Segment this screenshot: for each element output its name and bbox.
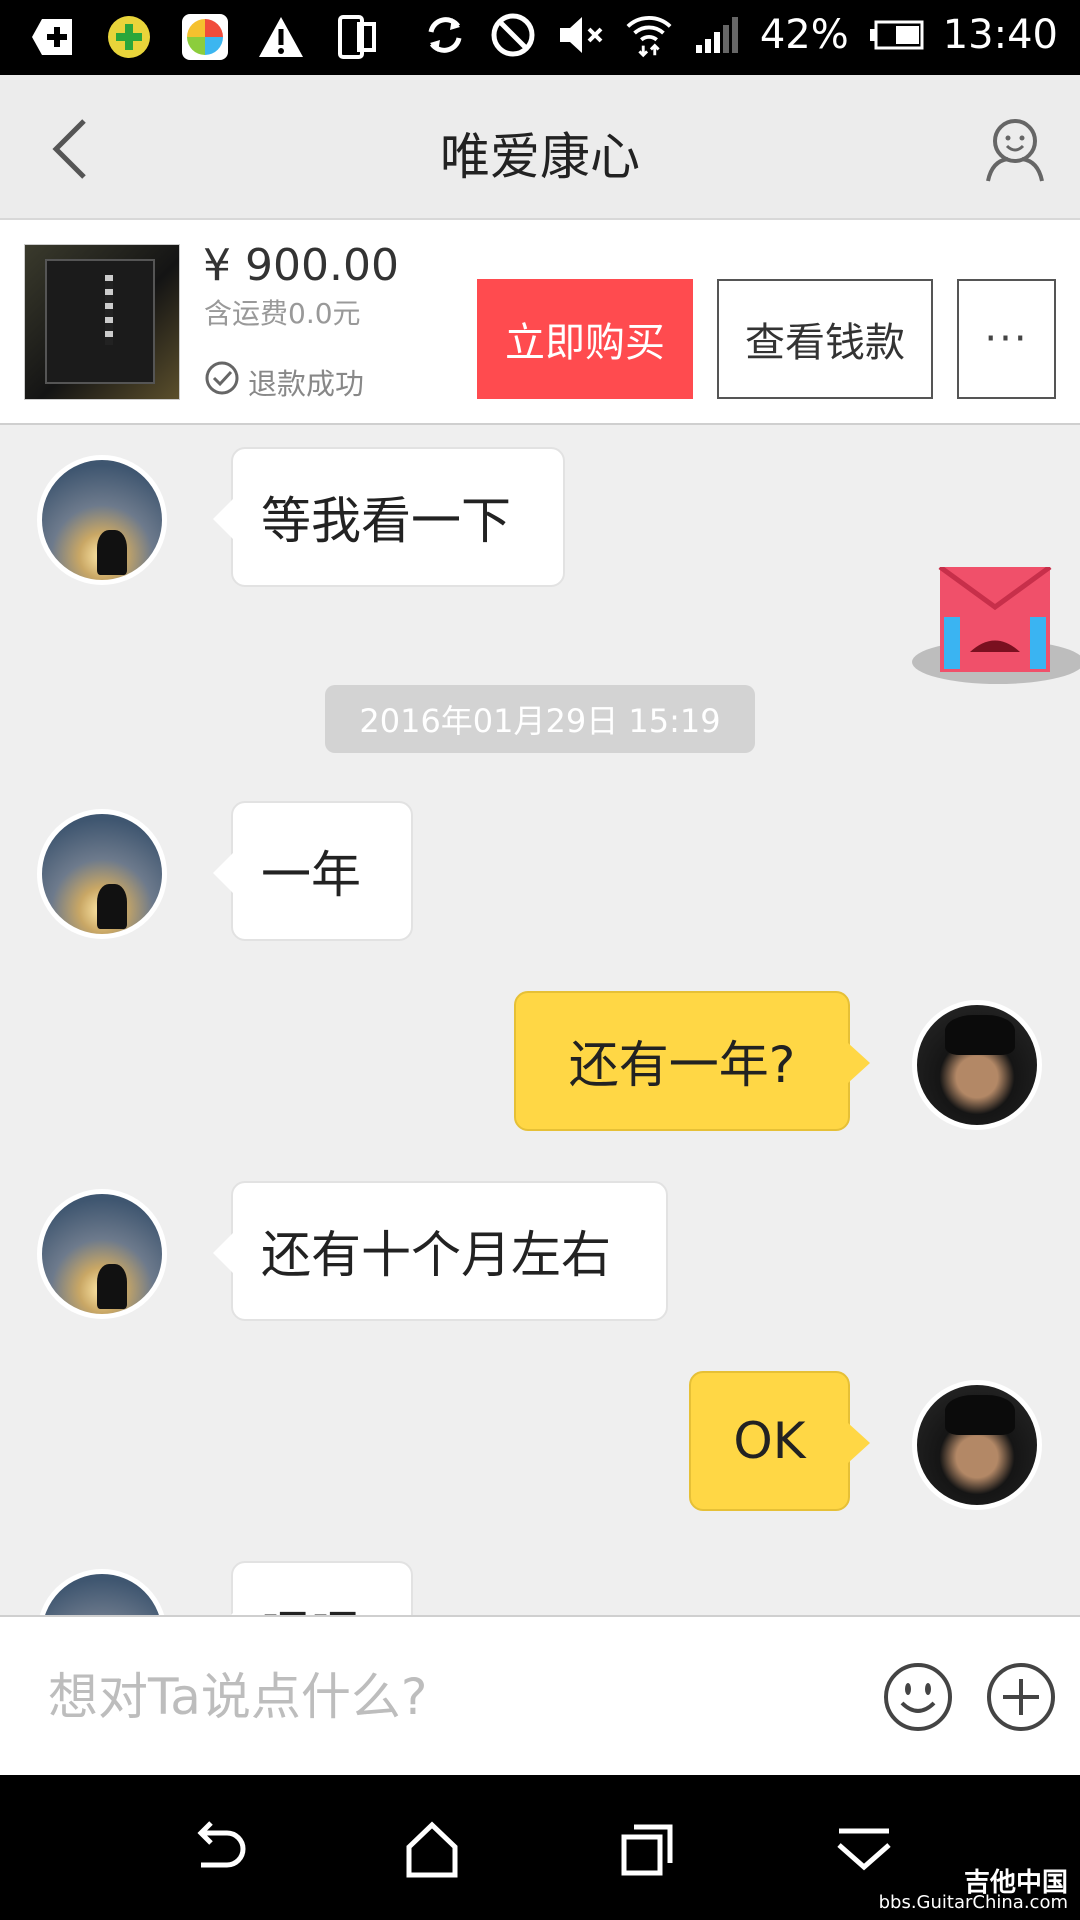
recent-apps-icon[interactable] bbox=[612, 1815, 682, 1885]
emoji-icon[interactable] bbox=[882, 1661, 954, 1733]
pinwheel-app-icon bbox=[180, 12, 230, 62]
message-bubble-mine[interactable]: 还有一年? bbox=[514, 991, 870, 1131]
shipping-fee: 含运费0.0元 bbox=[204, 297, 361, 330]
profile-icon[interactable] bbox=[980, 113, 1050, 183]
status-bar: 42% 13:40 bbox=[0, 0, 1080, 75]
my-avatar[interactable] bbox=[912, 1380, 1042, 1510]
contact-avatar[interactable] bbox=[37, 1569, 167, 1615]
message-bubble[interactable]: 等我看一下 bbox=[213, 447, 565, 587]
battery-icon bbox=[867, 10, 925, 60]
check-circle-icon bbox=[204, 360, 240, 403]
my-avatar[interactable] bbox=[912, 1000, 1042, 1130]
message-input-bar bbox=[0, 1615, 1080, 1775]
message-bubble[interactable]: 嗯嗯 bbox=[213, 1561, 413, 1615]
plus-icon[interactable] bbox=[985, 1661, 1057, 1733]
back-nav-icon[interactable] bbox=[183, 1815, 253, 1885]
contact-avatar[interactable] bbox=[37, 809, 167, 939]
product-price: ¥ 900.00 bbox=[203, 240, 399, 291]
block-icon bbox=[488, 10, 538, 60]
sync-icon bbox=[420, 10, 470, 60]
product-thumbnail[interactable] bbox=[24, 244, 180, 400]
chat-area[interactable]: 等我看一下 2016年01月29日 15:19 一年 还有一年? 还有十个月左右… bbox=[0, 425, 1080, 1615]
product-bar: ¥ 900.00 含运费0.0元 退款成功 立即购买 查看钱款 ··· bbox=[0, 220, 1080, 425]
refund-status-label: 退款成功 bbox=[248, 366, 365, 401]
message-input[interactable] bbox=[48, 1657, 828, 1737]
more-options-button[interactable]: ··· bbox=[957, 279, 1056, 399]
plus-badge-icon bbox=[104, 12, 154, 62]
mute-icon bbox=[556, 10, 606, 60]
warning-icon bbox=[256, 12, 306, 62]
watermark-url: bbs.GuitarChina.com bbox=[878, 1892, 1068, 1913]
message-bubble-mine[interactable]: OK bbox=[689, 1371, 870, 1511]
message-timestamp: 2016年01月29日 15:19 bbox=[325, 685, 755, 753]
chat-header: 唯爱康心 bbox=[0, 75, 1080, 220]
message-bubble[interactable]: 一年 bbox=[213, 801, 413, 941]
signal-icon bbox=[692, 10, 742, 60]
battery-percent: 42% bbox=[759, 12, 849, 58]
contact-avatar[interactable] bbox=[37, 1189, 167, 1319]
view-payment-button[interactable]: 查看钱款 bbox=[717, 279, 933, 399]
system-navigation-bar: 吉他中国 bbs.GuitarChina.com bbox=[0, 1775, 1080, 1920]
message-bubble[interactable]: 还有十个月左右 bbox=[213, 1181, 668, 1321]
watermark: 吉他中国 bbs.GuitarChina.com bbox=[878, 1868, 1068, 1913]
page-title: 唯爱康心 bbox=[440, 128, 640, 186]
refund-status: 退款成功 bbox=[204, 360, 364, 403]
crying-face-sticker[interactable] bbox=[908, 564, 1080, 687]
contact-avatar[interactable] bbox=[37, 455, 167, 585]
add-icon bbox=[28, 12, 78, 62]
home-icon[interactable] bbox=[397, 1815, 467, 1885]
buy-now-button[interactable]: 立即购买 bbox=[477, 279, 693, 399]
status-time: 13:40 bbox=[942, 12, 1058, 58]
wifi-icon bbox=[624, 10, 674, 60]
watermark-title: 吉他中国 bbox=[963, 1868, 1068, 1898]
phone-mirror-icon bbox=[332, 12, 382, 62]
